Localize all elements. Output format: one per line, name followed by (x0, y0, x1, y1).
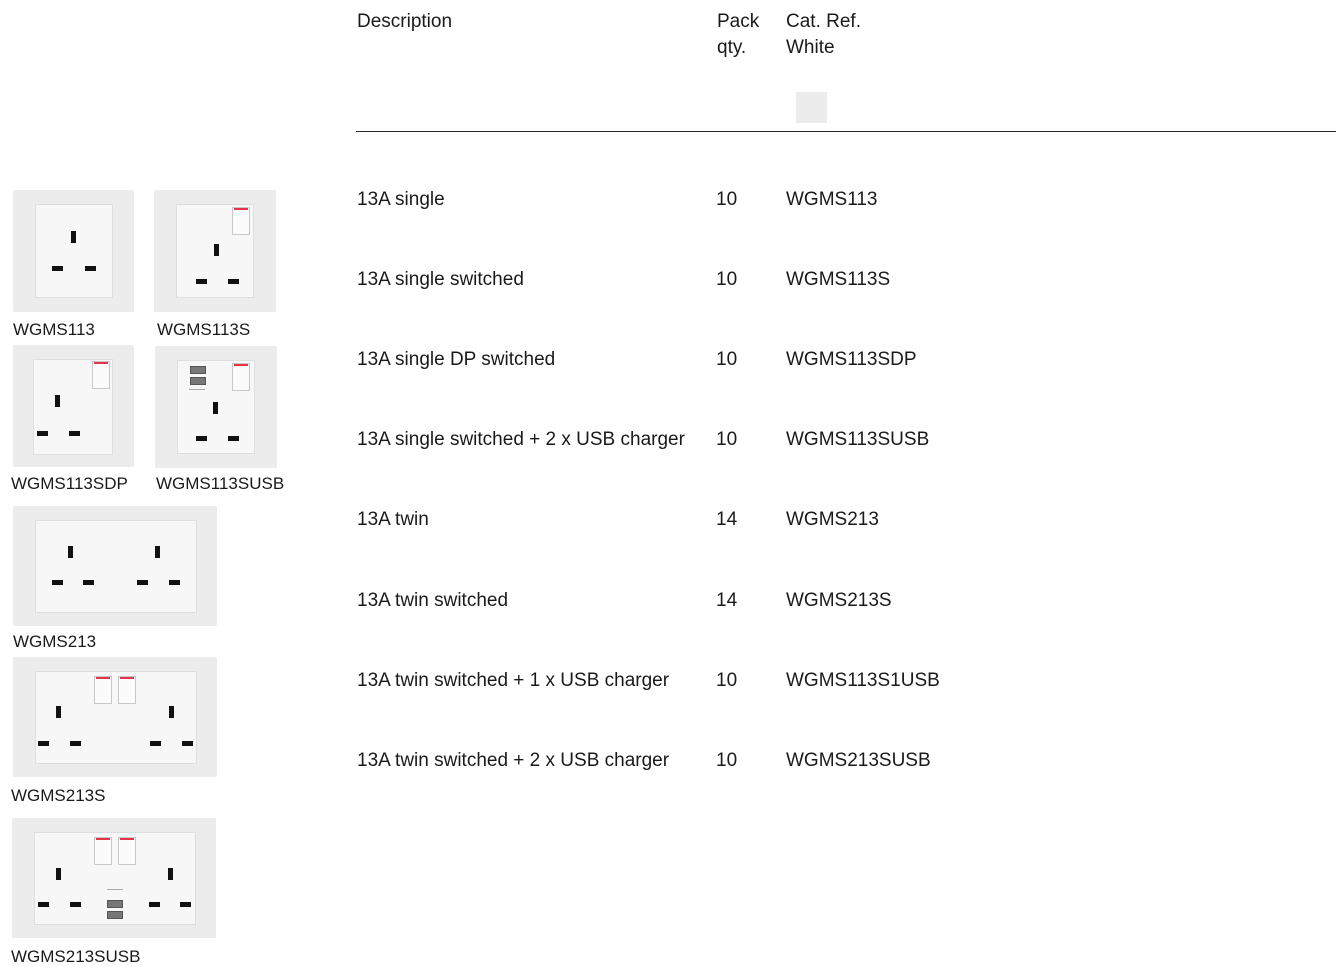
socket-faceplate (35, 204, 113, 298)
switch-rocker (232, 207, 250, 235)
row-cat-ref: WGMS113S (786, 269, 891, 290)
neutral-pin (169, 580, 180, 585)
row-pack-qty: 10 (716, 670, 738, 691)
switch-rocker (94, 676, 112, 704)
earth-pin (68, 546, 73, 558)
row-cat-ref: WGMS213SUSB (786, 750, 931, 771)
image-caption: WGMS113 (13, 320, 95, 339)
neutral-pin (70, 741, 81, 746)
row-description: 13A twin switched (357, 590, 509, 611)
row-cat-ref: WGMS213 (786, 509, 879, 530)
row-description: 13A twin switched + 2 x USB charger (357, 750, 670, 771)
usb-rating-label-icon (107, 889, 123, 896)
neutral-pin (85, 266, 96, 271)
row-cat-ref: WGMS113SUSB (786, 429, 930, 450)
usb-port-icon (190, 366, 206, 374)
product-image-single-switched-socket (154, 190, 276, 312)
white-color-swatch (796, 92, 827, 123)
product-image-single-socket (13, 190, 134, 312)
product-image-twin-socket (13, 506, 217, 626)
switch-rocker (118, 676, 136, 704)
header-pack-line1: Pack (717, 11, 760, 32)
row-pack-qty: 10 (716, 269, 738, 290)
row-description: 13A single switched + 2 x USB charger (357, 429, 685, 450)
live-pin (52, 580, 63, 585)
row-description: 13A single DP switched (357, 349, 556, 370)
earth-pin (55, 395, 60, 407)
product-image-single-dp-switched-socket (13, 345, 134, 467)
earth-pin (71, 231, 76, 243)
earth-pin (214, 244, 219, 256)
row-pack-qty: 10 (716, 429, 738, 450)
header-catref-line2: White (786, 37, 835, 58)
usb-rating-label-icon (189, 389, 205, 396)
socket-faceplate (35, 520, 197, 613)
earth-pin (155, 546, 160, 558)
row-description: 13A single switched (357, 269, 524, 290)
earth-pin (169, 706, 174, 718)
row-pack-qty: 14 (716, 590, 738, 611)
header-pack-line2: qty. (717, 37, 747, 58)
neutral-pin (228, 436, 239, 441)
switch-rocker (94, 837, 112, 865)
usb-port-icon (107, 900, 123, 908)
live-pin (38, 902, 49, 907)
neutral-pin (69, 431, 80, 436)
row-pack-qty: 10 (716, 750, 738, 771)
product-image-twin-switched-socket (13, 657, 217, 777)
live-pin (52, 266, 63, 271)
row-cat-ref: WGMS113S1USB (786, 670, 940, 691)
header-divider (356, 131, 1336, 132)
switch-rocker (232, 363, 250, 391)
row-description: 13A single (357, 189, 445, 210)
header-catref-line1: Cat. Ref. (786, 11, 861, 32)
usb-port-icon (190, 377, 206, 385)
header-description: Description (357, 11, 453, 32)
image-caption: WGMS213 (13, 632, 97, 651)
live-pin (196, 279, 207, 284)
image-caption: WGMS113SUSB (156, 474, 285, 493)
image-caption: WGMS113SDP (11, 474, 128, 493)
neutral-pin (83, 580, 94, 585)
earth-pin (213, 402, 218, 414)
row-pack-qty: 14 (716, 509, 738, 530)
live-pin (150, 741, 161, 746)
neutral-pin (228, 279, 239, 284)
image-caption: WGMS213S (11, 786, 106, 805)
neutral-pin (182, 741, 193, 746)
live-pin (137, 580, 148, 585)
switch-rocker (92, 361, 110, 389)
header-cat-ref: Cat. Ref. White (786, 9, 861, 61)
image-caption: WGMS213SUSB (11, 947, 141, 966)
live-pin (196, 436, 207, 441)
live-pin (37, 431, 48, 436)
row-cat-ref: WGMS113 (786, 189, 878, 210)
live-pin (149, 902, 160, 907)
switch-rocker (118, 837, 136, 865)
live-pin (38, 741, 49, 746)
header-pack-qty: Pack qty. (717, 9, 759, 61)
row-pack-qty: 10 (716, 189, 738, 210)
row-pack-qty: 10 (716, 349, 738, 370)
row-cat-ref: WGMS213S (786, 590, 892, 611)
row-description: 13A twin (357, 509, 429, 530)
image-caption: WGMS113S (157, 320, 251, 339)
earth-pin (56, 706, 61, 718)
product-image-single-switched-usb-socket (155, 346, 277, 468)
row-description: 13A twin switched + 1 x USB charger (357, 670, 670, 691)
row-cat-ref: WGMS113SDP (786, 349, 917, 370)
product-image-twin-switched-usb-socket (12, 818, 216, 938)
earth-pin (168, 868, 173, 880)
earth-pin (56, 868, 61, 880)
usb-port-icon (107, 911, 123, 919)
neutral-pin (70, 902, 81, 907)
neutral-pin (180, 902, 191, 907)
